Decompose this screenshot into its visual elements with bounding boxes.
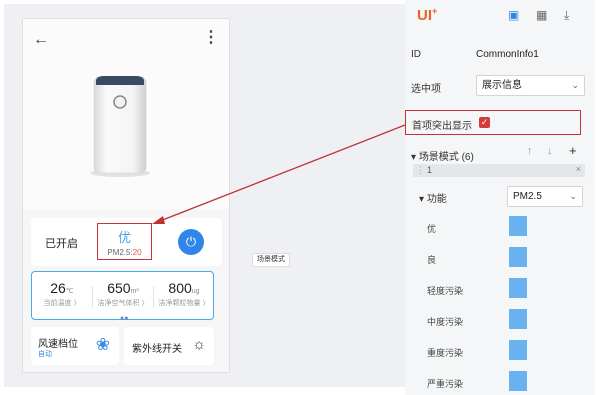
level-label: 轻度污染 (427, 286, 464, 296)
function-select[interactable]: PM2.5 ⌄ (507, 186, 583, 207)
air-quality-box[interactable]: 优 PM2.5:20 (97, 223, 152, 260)
back-arrow-icon[interactable]: ← (33, 32, 49, 48)
chevron-down-icon: ⌄ (571, 80, 579, 90)
selected-item-value: 展示信息 (482, 80, 522, 91)
save-icon[interactable]: ▣ (508, 8, 519, 22)
level-label: 中度污染 (427, 317, 464, 327)
color-swatch[interactable] (509, 278, 527, 298)
pager-dots: ●● (120, 315, 129, 322)
status-card: 已开启 优 PM2.5:20 ⏻ (31, 218, 222, 266)
move-down-icon[interactable]: ↓ (547, 145, 553, 157)
panel-toolbar: UI+ ▣ ▦ ⤓ (405, 0, 595, 33)
pm25-label: PM2.5: (107, 248, 133, 257)
id-label: ID (411, 49, 421, 60)
drag-handle-icon[interactable]: ⋮ (416, 165, 425, 176)
function-value: PM2.5 (513, 191, 542, 202)
scene-mode-section[interactable]: ▾ 场景模式 (6) (411, 148, 474, 163)
list-item[interactable]: ⋮ 1 × (413, 164, 585, 177)
fan-icon: ❀ (95, 335, 110, 354)
metric-unit: m³ (130, 288, 139, 295)
color-swatch[interactable] (509, 247, 527, 267)
pm25-value: 20 (132, 248, 142, 257)
metric-label: 当前温度 〉 (43, 300, 81, 307)
color-swatch[interactable] (509, 216, 527, 236)
fan-speed-card[interactable]: 风速档位 自动 ❀ (31, 327, 119, 365)
level-label: 良 (427, 255, 437, 265)
color-swatch[interactable] (509, 371, 527, 391)
selected-item-label: 选中项 (411, 84, 441, 95)
metric-temperature[interactable]: 26℃ 当前温度 〉 (32, 280, 92, 308)
metric-unit: ℃ (65, 288, 74, 295)
power-status-text: 已开启 (45, 238, 78, 250)
id-value: CommonInfo1 (476, 49, 539, 60)
download-icon[interactable]: ⤓ (564, 8, 569, 23)
phone-preview: ← ⋮ 已开启 优 PM2.5:20 ⏻ 26℃ 当前温度 〉 650m³ 洁净… (22, 18, 230, 373)
metric-value: 650 (107, 280, 131, 296)
caret-down-icon: ▾ (419, 194, 427, 205)
level-label: 重度污染 (427, 348, 464, 358)
fan-speed-mode: 自动 (38, 351, 52, 358)
uv-switch-card[interactable]: 紫外线开关 ☼ (124, 327, 214, 365)
metric-unit: ug (191, 288, 200, 295)
caret-down-icon: ▾ (411, 152, 419, 163)
color-swatch[interactable] (509, 340, 527, 360)
level-label: 严重污染 (427, 379, 464, 389)
color-swatch[interactable] (509, 309, 527, 329)
function-label: ▾ 功能 (419, 190, 447, 205)
qr-code-icon[interactable]: ▦ (536, 8, 547, 22)
scene-mode-section-label: 场景模式 (6) (418, 152, 474, 163)
metric-label: 洁净空气体积 〉 (97, 300, 149, 307)
chevron-down-icon: ⌄ (569, 191, 577, 201)
level-label: 优 (427, 224, 437, 234)
properties-panel: UI+ ▣ ▦ ⤓ ID CommonInfo1 选中项 展示信息 ⌄ 首项突出… (405, 0, 595, 395)
app-logo-text: UI (417, 7, 432, 24)
app-logo: UI+ (417, 6, 438, 24)
pm25-reading: PM2.5:20 (98, 248, 151, 257)
device-hero: ← ⋮ (23, 19, 229, 209)
item-index: 1 (427, 165, 433, 175)
highlight-first-checkbox[interactable]: ✓ (479, 117, 490, 128)
close-icon[interactable]: × (576, 164, 581, 174)
uv-switch-title: 紫外线开关 (132, 344, 182, 355)
metrics-card: 26℃ 当前温度 〉 650m³ 洁净空气体积 〉 800ug 洁净颗粒物量 〉… (31, 271, 214, 322)
purifier-image (90, 76, 150, 177)
fan-speed-title: 风速档位 (38, 339, 78, 350)
scene-mode-tooltip: 场景模式 (252, 253, 290, 267)
add-icon[interactable]: + (569, 143, 577, 158)
metric-value: 800 (168, 280, 192, 296)
power-button-icon[interactable]: ⏻ (178, 229, 204, 255)
metric-clean-air-volume[interactable]: 650m³ 洁净空气体积 〉 (93, 280, 153, 308)
sun-icon: ☼ (192, 336, 206, 353)
metric-particulate[interactable]: 800ug 洁净颗粒物量 〉 (154, 280, 214, 308)
air-quality-level: 优 (117, 230, 131, 245)
highlight-first-row: 首项突出显示 ✓ (405, 110, 581, 135)
metric-label: 洁净颗粒物量 〉 (158, 300, 210, 307)
highlight-first-label: 首项突出显示 (412, 121, 472, 132)
move-up-icon[interactable]: ↑ (527, 145, 533, 157)
selected-item-select[interactable]: 展示信息 ⌄ (476, 75, 585, 96)
more-vertical-icon[interactable]: ⋮ (203, 30, 219, 46)
metric-value: 26 (50, 280, 66, 296)
function-label-text: 功能 (426, 194, 447, 205)
